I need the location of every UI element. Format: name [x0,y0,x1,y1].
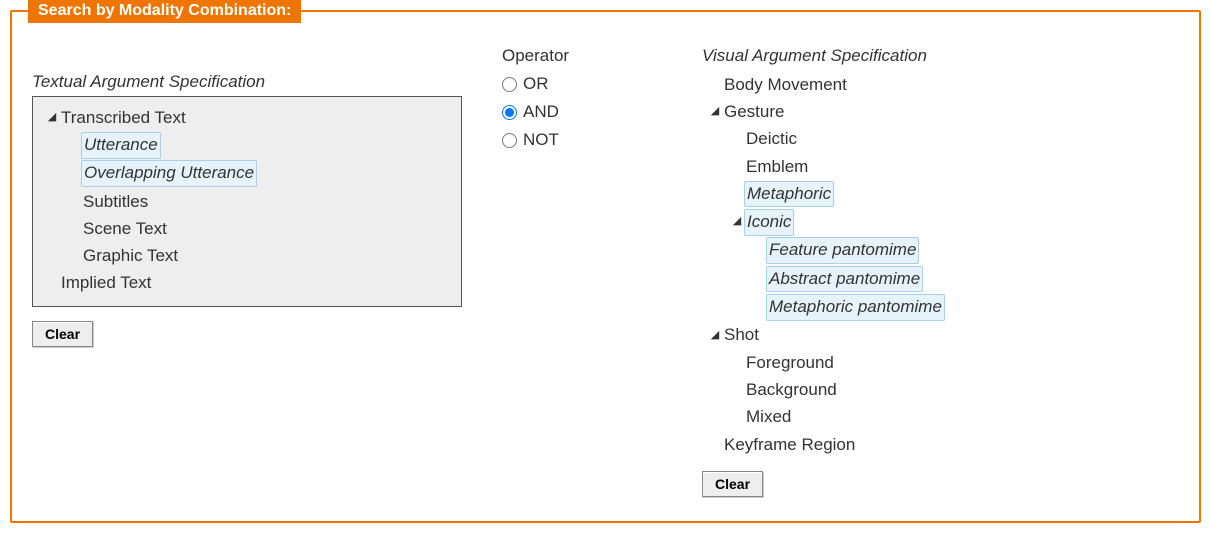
operator-or-row[interactable]: OR [502,74,662,94]
operator-and-radio[interactable] [502,105,517,120]
tree-node-gesture[interactable]: Gesture [722,100,786,125]
operator-or-label: OR [523,74,549,94]
textual-column: Textual Argument Specification ◢ Transcr… [32,46,462,347]
operator-not-row[interactable]: NOT [502,130,662,150]
tree-node-scene-text[interactable]: Scene Text [81,217,169,242]
tree-node-overlapping-utterance[interactable]: Overlapping Utterance [81,160,257,187]
expander-icon[interactable]: ◢ [730,214,744,230]
operator-column: Operator OR AND NOT [502,46,662,158]
tree-node-deictic[interactable]: Deictic [744,127,799,152]
tree-node-abstract-pantomime[interactable]: Abstract pantomime [766,266,923,293]
visual-tree: ▸Body Movement ◢Gesture ▸Deictic ▸Emblem… [702,70,1179,457]
tree-node-graphic-text[interactable]: Graphic Text [81,244,180,269]
operator-or-radio[interactable] [502,77,517,92]
operator-radio-group: OR AND NOT [502,74,662,150]
tree-node-transcribed-text[interactable]: Transcribed Text [59,106,188,131]
expander-icon[interactable]: ◢ [708,328,722,344]
tree-node-background[interactable]: Background [744,378,839,403]
tree-node-body-movement[interactable]: Body Movement [722,73,849,98]
expander-icon[interactable]: ◢ [708,104,722,120]
tree-node-emblem[interactable]: Emblem [744,155,810,180]
tree-node-shot[interactable]: Shot [722,323,761,348]
tree-node-metaphoric-pantomime[interactable]: Metaphoric pantomime [766,294,945,321]
textual-heading: Textual Argument Specification [32,72,462,92]
visual-heading: Visual Argument Specification [702,46,1179,66]
expander-icon[interactable]: ◢ [45,110,59,126]
tree-node-metaphoric[interactable]: Metaphoric [744,181,834,208]
operator-heading: Operator [502,46,662,66]
operator-not-radio[interactable] [502,133,517,148]
tree-node-iconic[interactable]: Iconic [744,209,794,236]
fieldset-legend: Search by Modality Combination: [28,0,301,23]
tree-node-subtitles[interactable]: Subtitles [81,190,150,215]
modality-combination-fieldset: Search by Modality Combination: Textual … [10,10,1201,523]
clear-textual-button[interactable]: Clear [32,321,93,347]
textual-tree-box: ◢ Transcribed Text ▸Utterance ▸Overlappi… [32,96,462,307]
tree-node-implied-text[interactable]: Implied Text [59,271,153,296]
tree-node-utterance[interactable]: Utterance [81,132,161,159]
tree-node-mixed[interactable]: Mixed [744,405,793,430]
textual-tree: ◢ Transcribed Text ▸Utterance ▸Overlappi… [39,103,451,296]
tree-node-foreground[interactable]: Foreground [744,351,836,376]
visual-tree-box: ▸Body Movement ◢Gesture ▸Deictic ▸Emblem… [702,70,1179,457]
columns: Textual Argument Specification ◢ Transcr… [32,46,1179,497]
visual-column: Visual Argument Specification ▸Body Move… [702,46,1179,497]
operator-and-row[interactable]: AND [502,102,662,122]
operator-and-label: AND [523,102,559,122]
clear-visual-button[interactable]: Clear [702,471,763,497]
tree-node-feature-pantomime[interactable]: Feature pantomime [766,237,919,264]
tree-node-keyframe-region[interactable]: Keyframe Region [722,433,857,458]
operator-not-label: NOT [523,130,559,150]
